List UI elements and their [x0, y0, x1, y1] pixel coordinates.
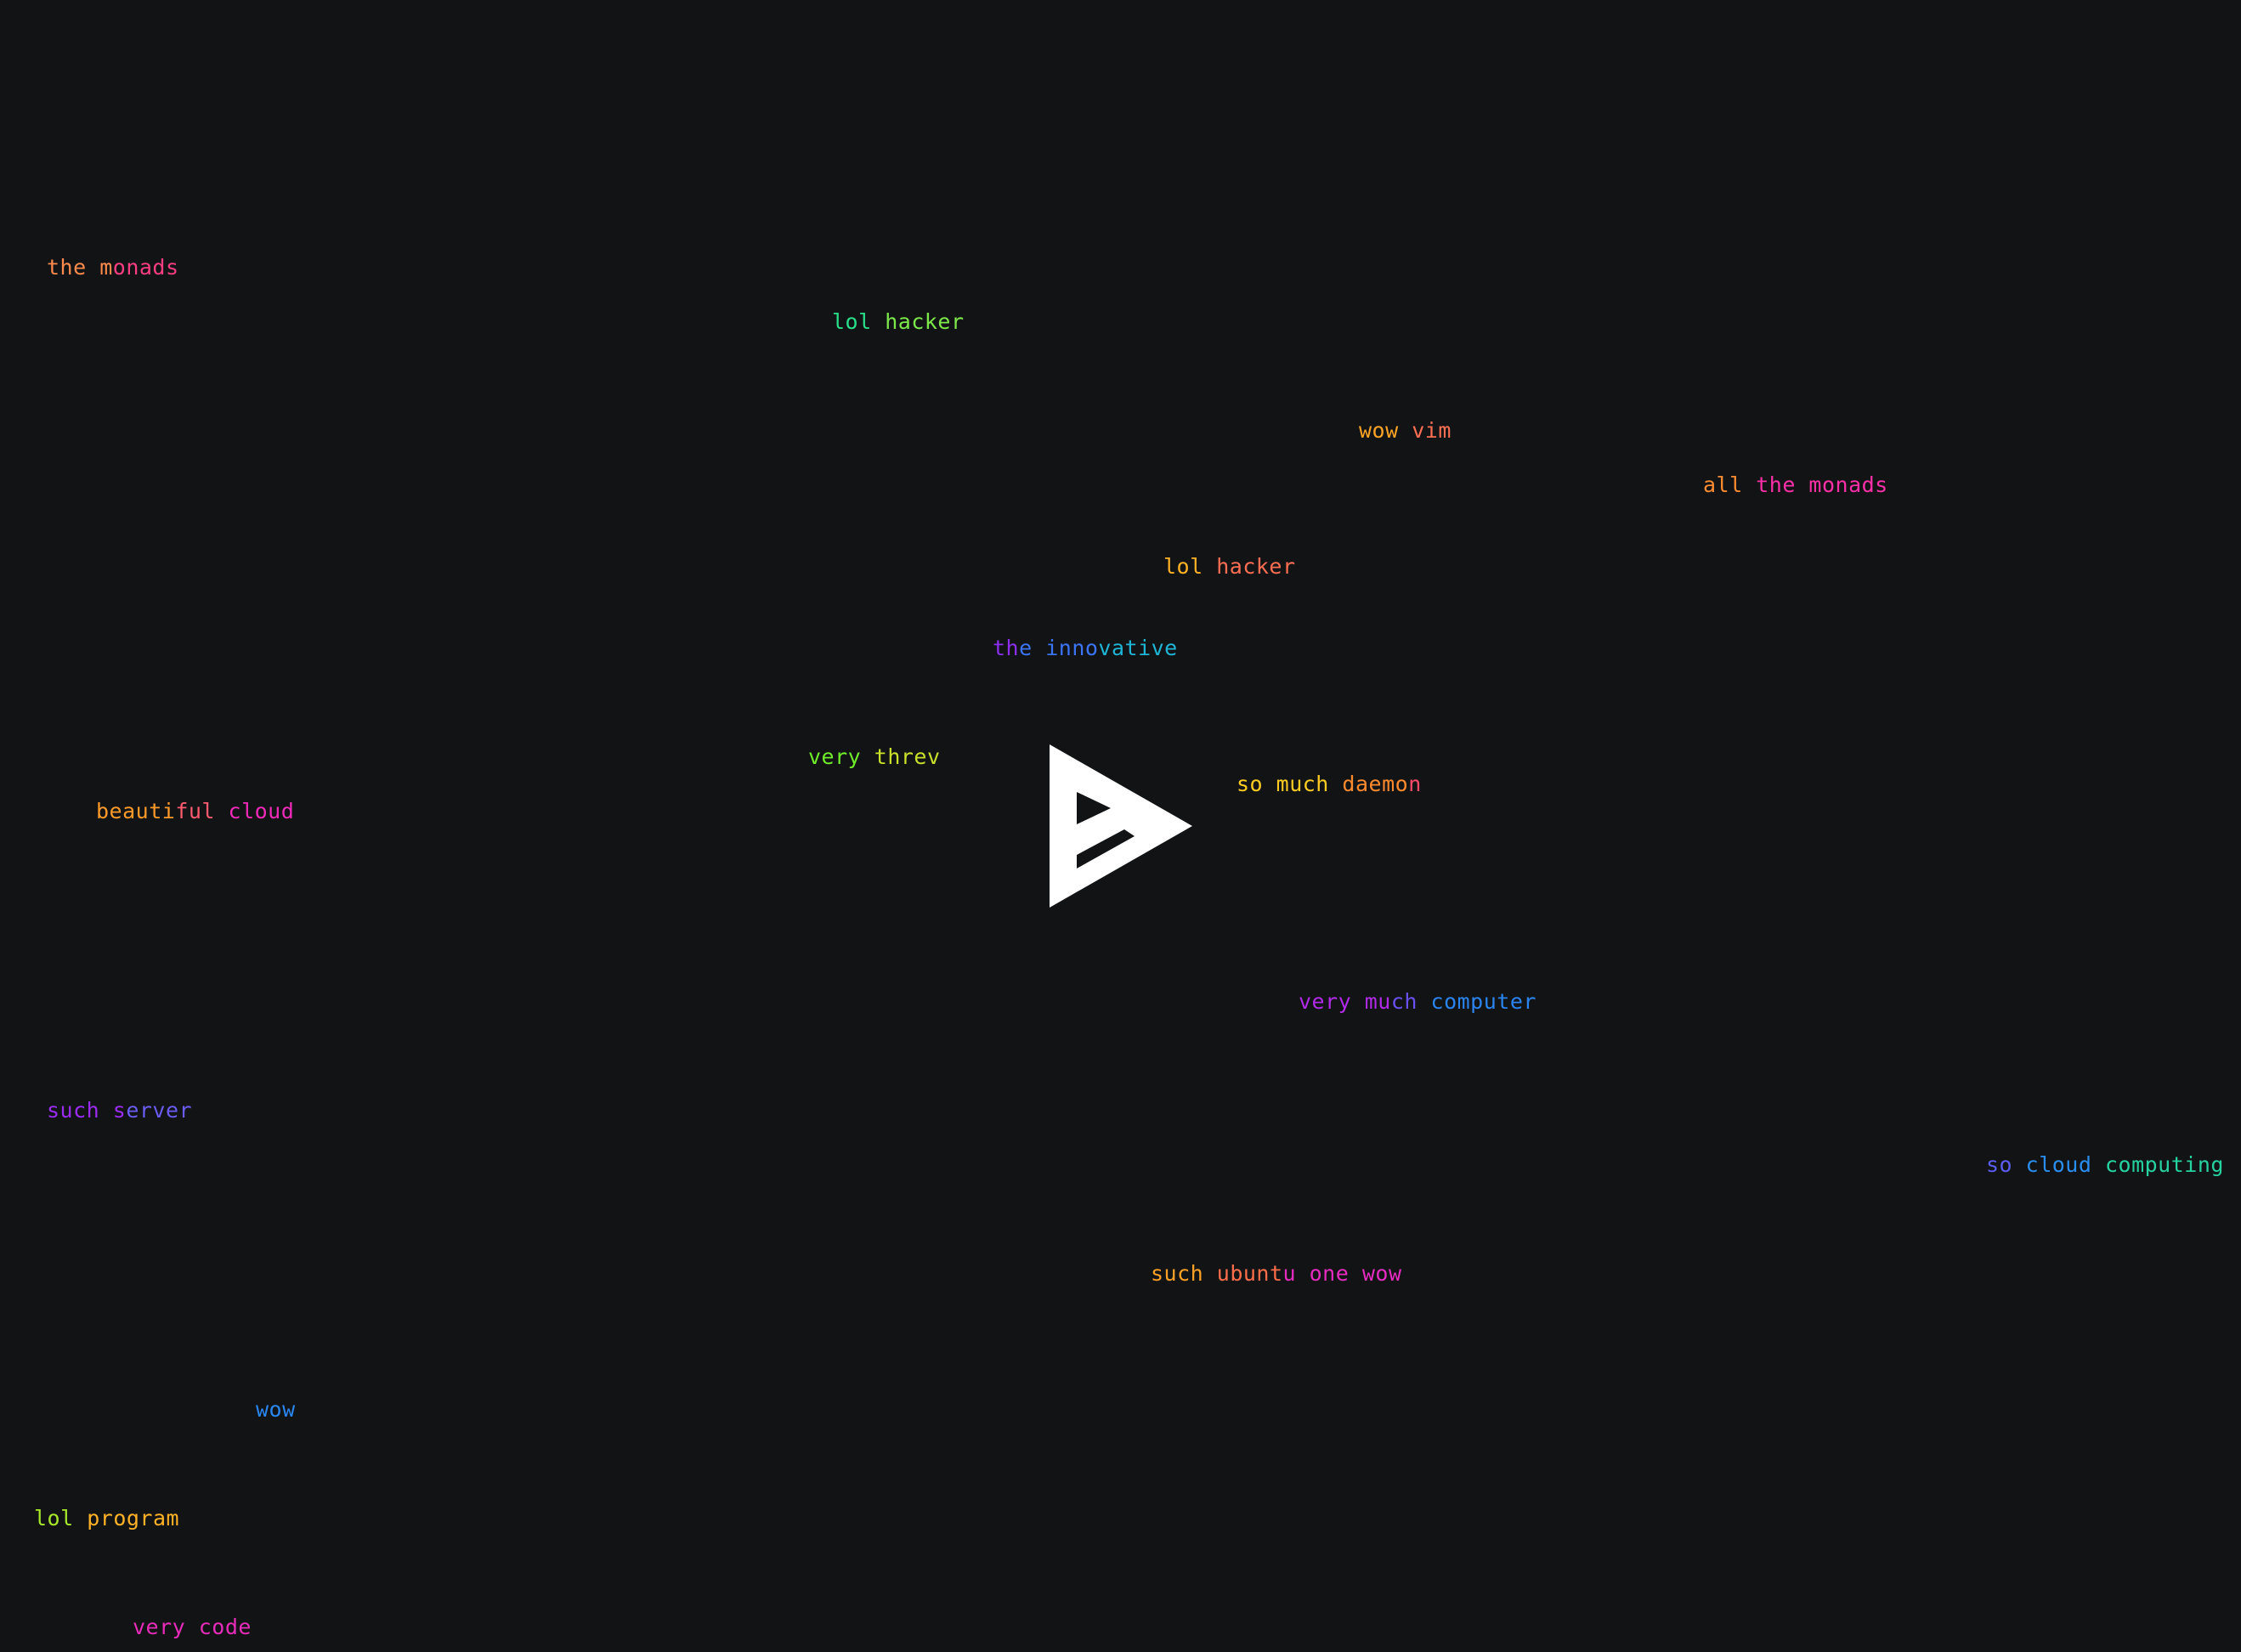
phrase-segment: the m	[47, 255, 113, 280]
phrase-such-ubuntu-one-wow: such ubuntu one wow	[1151, 1260, 1402, 1287]
phrase-segment: lol	[34, 1506, 88, 1530]
phrase-segment: so	[1986, 1152, 2026, 1177]
phrase-such-server: such server	[47, 1097, 192, 1124]
phrase-all-the-monads: all the monads	[1703, 472, 1888, 499]
phrase-very-threv: very threv	[808, 744, 941, 771]
phrase-segment: daemo	[1342, 772, 1409, 796]
phrase-segment: very	[808, 744, 874, 769]
phrase-wow: wow	[256, 1396, 296, 1423]
phrase-beautiful-cloud: beautiful cloud	[96, 798, 294, 825]
phrase-wow-vim: wow vim	[1359, 417, 1452, 444]
phrase-segment: erver	[126, 1098, 193, 1123]
asciinema-logo-icon	[1050, 744, 1192, 908]
phrase-segment: all	[1703, 472, 1757, 497]
phrase-segment: cloud	[2025, 1152, 2105, 1177]
phrase-segment: threv	[874, 744, 941, 769]
phrase-segment: hacker	[1216, 554, 1296, 579]
phrase-segment: onads	[112, 255, 179, 280]
phrase-so-cloud-computing: so cloud computing	[1986, 1151, 2224, 1179]
phrase-segment: such s	[47, 1098, 127, 1123]
terminal-screen: the monads lol hacker wow vim all the mo…	[0, 0, 2241, 1652]
phrase-lol-hacker-2: lol hacker	[1163, 553, 1296, 580]
phrase-lol-hacker-1: lol hacker	[832, 308, 965, 336]
phrase-segment: u one wow	[1282, 1261, 1402, 1286]
phrase-segment: beauti	[96, 799, 176, 823]
phrase-segment: computing	[2104, 1152, 2224, 1177]
phrase-segment: cloud	[228, 799, 295, 823]
phrase-segment: ch	[1390, 989, 1431, 1014]
phrase-segment: such	[1151, 1261, 1217, 1286]
phrase-segment: wow	[1359, 418, 1412, 443]
phrase-segment: n	[1408, 772, 1422, 796]
phrase-segment: e inno	[1019, 636, 1099, 660]
phrase-segment: th	[993, 636, 1020, 660]
phrase-segment: so much	[1237, 772, 1343, 796]
phrase-very-code: very code	[133, 1614, 252, 1641]
phrase-segment: the monads	[1756, 472, 1888, 497]
phrase-segment: wow	[256, 1397, 296, 1422]
phrase-segment: vative	[1098, 636, 1178, 660]
phrase-segment: vim	[1412, 418, 1452, 443]
phrase-so-much-daemon: so much daemon	[1237, 771, 1422, 798]
phrase-the-innovative: the innovative	[993, 635, 1178, 662]
phrase-segment: ful	[175, 799, 229, 823]
phrase-segment: lol	[832, 309, 886, 334]
phrase-the-monads: the monads	[47, 254, 179, 281]
phrase-segment: hacker	[885, 309, 965, 334]
phrase-segment: computer	[1430, 989, 1536, 1014]
phrase-segment: very code	[133, 1615, 252, 1639]
phrase-segment: lol	[1163, 554, 1217, 579]
phrase-segment: very mu	[1299, 989, 1391, 1014]
phrase-lol-program: lol program	[34, 1505, 179, 1532]
phrase-segment: ubunt	[1216, 1261, 1283, 1286]
phrase-very-much-computer: very much computer	[1299, 988, 1536, 1016]
phrase-segment: program	[87, 1506, 180, 1530]
